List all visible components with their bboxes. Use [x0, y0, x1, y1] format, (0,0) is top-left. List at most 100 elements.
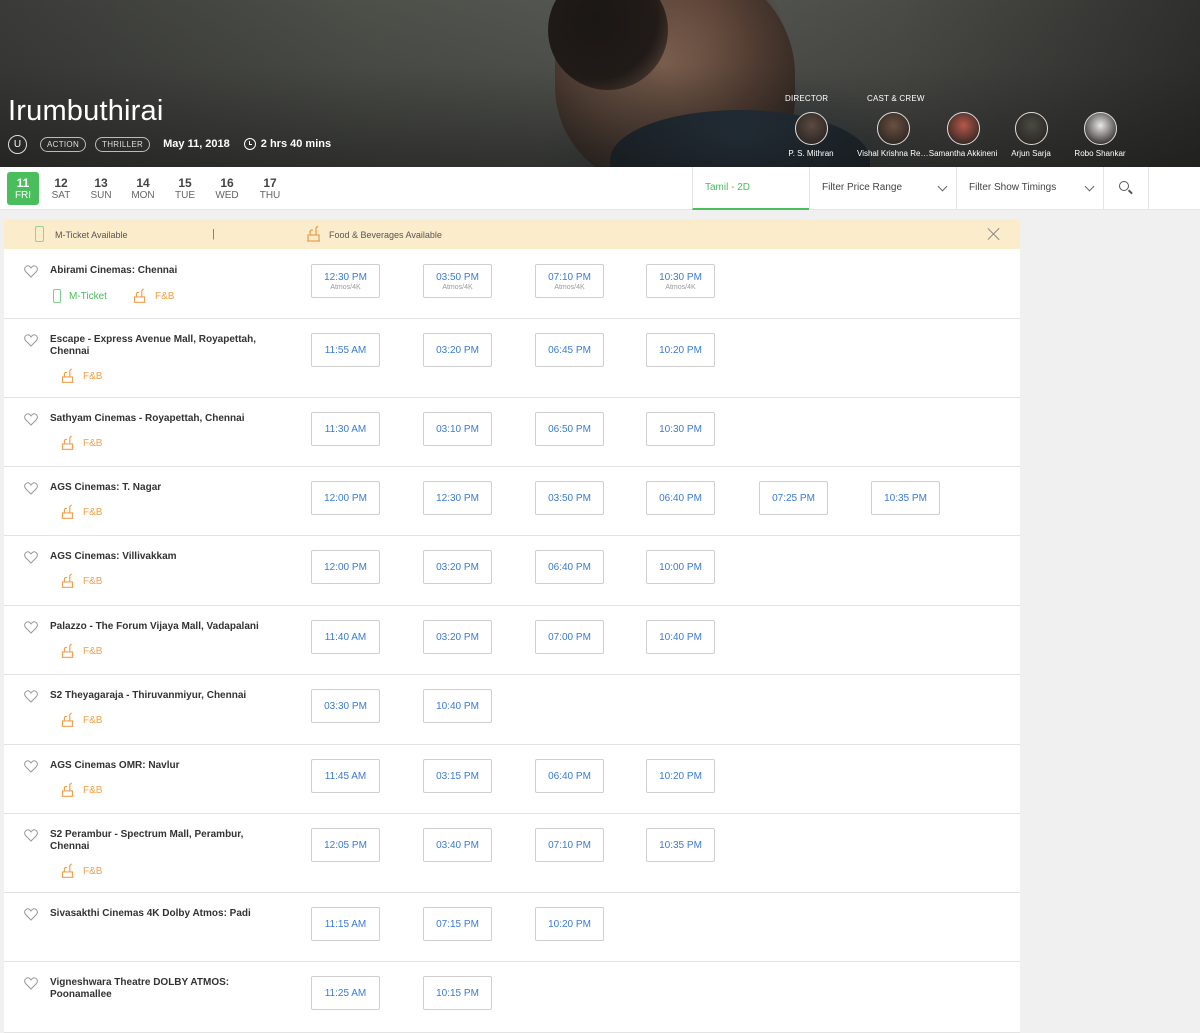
- tab-tamil-2d[interactable]: Tamil - 2D: [692, 167, 809, 210]
- showtime-button[interactable]: 06:50 PM: [535, 412, 604, 446]
- showtime-button[interactable]: 10:35 PM: [871, 481, 940, 515]
- amenities: F&B: [50, 642, 102, 660]
- heart-icon[interactable]: [24, 977, 38, 990]
- showtime-button[interactable]: 11:30 AM: [311, 412, 380, 446]
- showtime-button[interactable]: 07:25 PM: [759, 481, 828, 515]
- showtime-button[interactable]: 12:00 PM: [311, 550, 380, 584]
- date-number: 16: [220, 176, 234, 190]
- showtime: 11:55 AM: [324, 345, 367, 356]
- showtime-button[interactable]: 12:05 PM: [311, 828, 380, 862]
- showtime: 10:40 PM: [659, 632, 702, 643]
- search-button[interactable]: [1103, 167, 1149, 210]
- showtime-button[interactable]: 10:20 PM: [646, 333, 715, 367]
- showtime-button[interactable]: 07:10 PM: [535, 828, 604, 862]
- showtime-button[interactable]: 03:50 PM Atmos/4K: [423, 264, 492, 298]
- cinema-name[interactable]: AGS Cinemas OMR: Navlur: [50, 760, 275, 772]
- showtime-button[interactable]: 11:55 AM: [311, 333, 380, 367]
- cinema-name[interactable]: S2 Theyagaraja - Thiruvanmiyur, Chennai: [50, 690, 275, 702]
- showtime-button[interactable]: 03:40 PM: [423, 828, 492, 862]
- showtime-button[interactable]: 12:00 PM: [311, 481, 380, 515]
- date-15[interactable]: 15 TUE: [169, 172, 201, 205]
- right-sidebar: [1020, 210, 1200, 1033]
- heart-icon[interactable]: [24, 265, 38, 278]
- date-number: 17: [263, 176, 277, 190]
- cinema-name[interactable]: Abirami Cinemas: Chennai: [50, 265, 275, 277]
- heart-icon[interactable]: [24, 690, 38, 703]
- showtime-button[interactable]: 03:10 PM: [423, 412, 492, 446]
- showtime-button[interactable]: 07:10 PM Atmos/4K: [535, 264, 604, 298]
- close-icon[interactable]: [987, 227, 1001, 241]
- cinema-row: Palazzo - The Forum Vijaya Mall, Vadapal…: [4, 606, 1020, 675]
- heart-icon[interactable]: [24, 482, 38, 495]
- showtime-button[interactable]: 12:30 PM Atmos/4K: [311, 264, 380, 298]
- showtime-button[interactable]: 03:15 PM: [423, 759, 492, 793]
- date-12[interactable]: 12 SAT: [45, 172, 77, 205]
- showtime-button[interactable]: 10:35 PM: [646, 828, 715, 862]
- showtime-button[interactable]: 10:20 PM: [646, 759, 715, 793]
- date-weekday: SUN: [90, 190, 112, 201]
- heart-icon[interactable]: [24, 760, 38, 773]
- showtime-button[interactable]: 12:30 PM: [423, 481, 492, 515]
- showtime-button[interactable]: 06:40 PM: [535, 550, 604, 584]
- cinema-row: AGS Cinemas: Villivakkam F&B 12:00 PM 03:20…: [4, 536, 1020, 606]
- cinema-name[interactable]: AGS Cinemas: T. Nagar: [50, 482, 275, 494]
- showtime-button[interactable]: 07:15 PM: [423, 907, 492, 941]
- certificate-badge: U: [8, 134, 27, 154]
- heart-icon[interactable]: [24, 413, 38, 426]
- filter-price-range[interactable]: Filter Price Range: [809, 167, 956, 210]
- heart-icon[interactable]: [24, 334, 38, 347]
- showtime-button[interactable]: 03:20 PM: [423, 620, 492, 654]
- showtime-button[interactable]: 03:50 PM: [535, 481, 604, 515]
- filter-price-label: Filter Price Range: [822, 182, 903, 193]
- date-16[interactable]: 16 WED: [211, 172, 243, 205]
- director-card[interactable]: P. S. Mithran: [775, 112, 847, 158]
- heart-icon[interactable]: [24, 908, 38, 921]
- date-14[interactable]: 14 MON: [127, 172, 159, 205]
- showtime: 10:30 PM: [659, 272, 702, 283]
- showtime-button[interactable]: 10:00 PM: [646, 550, 715, 584]
- cast-card[interactable]: Arjun Sarja: [995, 112, 1067, 158]
- showtime-button[interactable]: 03:20 PM: [423, 333, 492, 367]
- cinema-name[interactable]: Sathyam Cinemas - Royapettah, Chennai: [50, 413, 275, 425]
- avatar: [794, 112, 828, 145]
- showtime-button[interactable]: 11:40 AM: [311, 620, 380, 654]
- cinema-name[interactable]: S2 Perambur - Spectrum Mall, Perambur, C…: [50, 829, 275, 853]
- cinema-name[interactable]: Palazzo - The Forum Vijaya Mall, Vadapal…: [50, 621, 275, 633]
- showtime-button[interactable]: 07:00 PM: [535, 620, 604, 654]
- cast-card[interactable]: Samantha Akkineni: [927, 112, 999, 158]
- showtime: 03:10 PM: [436, 424, 479, 435]
- showtime: 10:35 PM: [659, 840, 702, 851]
- showtime-button[interactable]: 11:25 AM: [311, 976, 380, 1010]
- heart-icon[interactable]: [24, 829, 38, 842]
- cast-card[interactable]: Vishal Krishna Reddy: [857, 112, 929, 158]
- showtime-button[interactable]: 10:20 PM: [535, 907, 604, 941]
- heart-icon[interactable]: [24, 621, 38, 634]
- showtime-button[interactable]: 11:15 AM: [311, 907, 380, 941]
- showtime-button[interactable]: 06:45 PM: [535, 333, 604, 367]
- cast-card[interactable]: Robo Shankar: [1064, 112, 1136, 158]
- cinema-name[interactable]: Vigneshwara Theatre DOLBY ATMOS: Poonama…: [50, 977, 275, 1001]
- date-17[interactable]: 17 THU: [254, 172, 286, 205]
- showtime-button[interactable]: 06:40 PM: [646, 481, 715, 515]
- showtime: 03:20 PM: [436, 632, 479, 643]
- genre-tag: ACTION: [40, 136, 87, 152]
- showtime-button[interactable]: 11:45 AM: [311, 759, 380, 793]
- cinema-name[interactable]: AGS Cinemas: Villivakkam: [50, 551, 275, 563]
- showtime-button[interactable]: 10:40 PM: [646, 620, 715, 654]
- heart-icon[interactable]: [24, 551, 38, 564]
- showtime-button[interactable]: 03:30 PM: [311, 689, 380, 723]
- date-11[interactable]: 11 FRI: [7, 172, 39, 205]
- showtime-button[interactable]: 03:20 PM: [423, 550, 492, 584]
- filter-show-timings[interactable]: Filter Show Timings: [956, 167, 1103, 210]
- cinema-name[interactable]: Sivasakthi Cinemas 4K Dolby Atmos: Padi: [50, 908, 275, 920]
- showtime-button[interactable]: 10:30 PM: [646, 412, 715, 446]
- showtime: 06:50 PM: [548, 424, 591, 435]
- showtime-button[interactable]: 10:30 PM Atmos/4K: [646, 264, 715, 298]
- amenities: F&B: [50, 367, 102, 385]
- showtime-button[interactable]: 06:40 PM: [535, 759, 604, 793]
- showtime-button[interactable]: 10:40 PM: [423, 689, 492, 723]
- cinema-name[interactable]: Escape - Express Avenue Mall, Royapettah…: [50, 334, 275, 358]
- availability-notice: M-Ticket Available | Food & Beverages Av…: [4, 220, 1020, 249]
- date-13[interactable]: 13 SUN: [85, 172, 117, 205]
- showtime-button[interactable]: 10:15 PM: [423, 976, 492, 1010]
